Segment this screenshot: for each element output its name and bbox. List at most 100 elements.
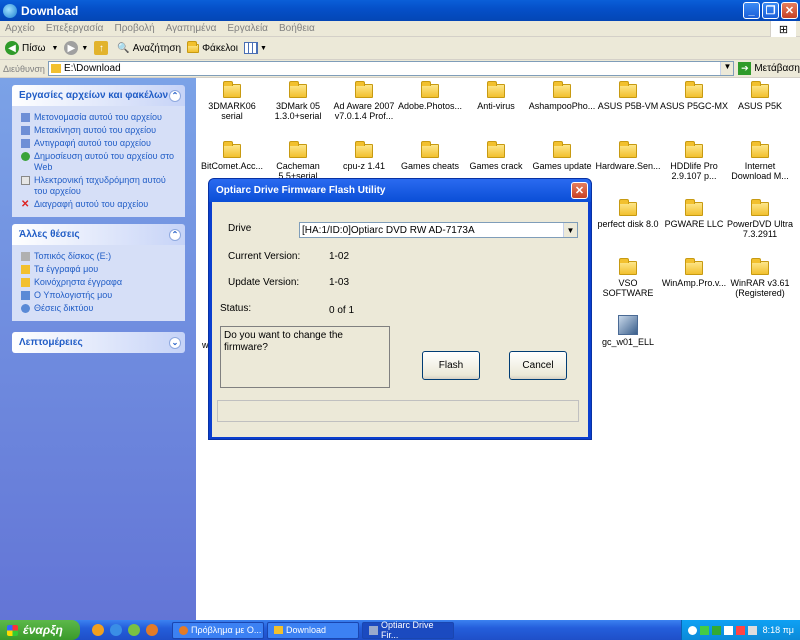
forward-dropdown-icon[interactable]: ▼ — [81, 45, 88, 52]
taskbar-item-active[interactable]: Optiarc Drive Fir... — [362, 620, 454, 640]
minimize-button[interactable]: _ — [743, 2, 760, 19]
folder-name: Games crack — [469, 161, 523, 171]
folder-item[interactable]: ASUS P5K — [726, 81, 794, 111]
folder-item[interactable]: AshampooPho... — [528, 81, 596, 111]
folder-name: WinAmp.Pro.v... — [661, 278, 727, 288]
menu-file[interactable]: Αρχείο — [5, 23, 35, 34]
quicklaunch-icon[interactable] — [92, 624, 104, 636]
close-button[interactable]: ✕ — [781, 2, 798, 19]
task-pane: Εργασίες αρχείων και φακέλων ⌃ Μετονομασ… — [0, 78, 196, 620]
folder-item[interactable]: PGWARE LLC — [660, 199, 728, 229]
folder-item[interactable]: perfect disk 8.0 — [594, 199, 662, 229]
back-dropdown-icon[interactable]: ▼ — [51, 45, 58, 52]
views-button[interactable]: ▼ — [243, 42, 267, 54]
drive-icon — [21, 252, 30, 261]
tray-icon[interactable] — [699, 625, 709, 635]
folder-item[interactable]: VSO SOFTWARE — [594, 258, 662, 298]
start-button[interactable]: έναρξη — [0, 620, 80, 640]
address-dropdown-icon[interactable]: ▼ — [720, 62, 734, 75]
folder-name: Adobe.Photos... — [397, 101, 463, 111]
file-tasks-header[interactable]: Εργασίες αρχείων και φακέλων ⌃ — [12, 85, 185, 106]
place-my-documents[interactable]: Τα έγγραφά μου — [21, 264, 179, 275]
tray-icon[interactable] — [735, 625, 745, 635]
title-bar[interactable]: Download _ ❐ ✕ — [0, 0, 800, 21]
executable-icon — [618, 315, 638, 335]
folder-item[interactable]: 3DMark 05 1.3.0+serial — [264, 81, 332, 121]
folder-icon — [487, 81, 505, 98]
flash-button[interactable]: Flash — [422, 351, 480, 380]
folder-item[interactable]: ASUS P5GC-MX — [660, 81, 728, 111]
task-email[interactable]: Ηλεκτρονική ταχυδρόμηση αυτού του αρχείο… — [21, 175, 179, 197]
folder-item[interactable]: Cacheman 5.5+serial — [264, 141, 332, 181]
folder-item[interactable]: 3DMARK06 serial — [198, 81, 266, 121]
play-icon[interactable] — [711, 625, 721, 635]
place-local-disk[interactable]: Τοπικός δίσκος (E:) — [21, 251, 179, 262]
file-item[interactable]: gc_w01_ELL — [594, 315, 662, 347]
place-shared-documents[interactable]: Κοινόχρηστα έγγραφα — [21, 277, 179, 288]
other-places-header[interactable]: Άλλες θέσεις ⌃ — [12, 224, 185, 245]
search-button[interactable]: 🔍 Αναζήτηση — [117, 43, 181, 54]
menu-favorites[interactable]: Αγαπημένα — [166, 23, 217, 34]
folder-item[interactable]: cpu-z 1.41 — [330, 141, 398, 171]
firefox-icon[interactable] — [146, 624, 158, 636]
folder-item[interactable]: Games cheats — [396, 141, 464, 171]
task-publish[interactable]: Δημοσίευση αυτού του αρχείου στο Web — [21, 151, 179, 173]
folder-item[interactable]: Games crack — [462, 141, 530, 171]
folder-name: 3DMark 05 1.3.0+serial — [274, 101, 322, 121]
taskbar: έναρξη Πρόβλημα με Ο... Download Optiarc… — [0, 620, 800, 640]
task-copy[interactable]: Αντιγραφή αυτού του αρχείου — [21, 138, 179, 149]
folder-item[interactable]: BitComet.Acc... — [198, 141, 266, 171]
cancel-button[interactable]: Cancel — [509, 351, 567, 380]
folder-item[interactable]: ASUS P5B-VM — [594, 81, 662, 111]
folder-item[interactable]: PowerDVD Ultra 7.3.2911 — [726, 199, 794, 239]
folder-item[interactable]: Adobe.Photos... — [396, 81, 464, 111]
folder-icon — [355, 81, 373, 98]
task-delete[interactable]: ✕ Διαγραφή αυτού του αρχείου — [21, 199, 179, 210]
menu-tools[interactable]: Εργαλεία — [227, 23, 268, 34]
drive-select[interactable]: [HA:1/ID:0]Optiarc DVD RW AD-7173A ▼ — [299, 222, 578, 238]
ie-icon[interactable] — [110, 624, 122, 636]
volume-icon[interactable] — [747, 625, 757, 635]
go-arrow-icon[interactable]: ➔ — [738, 62, 752, 75]
folder-item[interactable]: Internet Download M... — [726, 141, 794, 181]
dialog-close-button[interactable]: ✕ — [571, 182, 588, 199]
expand-icon[interactable]: ⌄ — [169, 336, 181, 349]
maximize-button[interactable]: ❐ — [762, 2, 779, 19]
place-my-computer[interactable]: Ο Υπολογιστής μου — [21, 290, 179, 301]
folder-item[interactable]: WinAmp.Pro.v... — [660, 258, 728, 288]
menu-help[interactable]: Βοήθεια — [279, 23, 315, 34]
up-folder-button[interactable]: ↑ — [94, 41, 111, 55]
tray-icon[interactable] — [687, 625, 697, 635]
folder-icon — [553, 81, 571, 98]
task-rename[interactable]: Μετονομασία αυτού του αρχείου — [21, 112, 179, 123]
folder-name: perfect disk 8.0 — [597, 219, 659, 229]
folder-item[interactable]: Hardware.Sen... — [594, 141, 662, 171]
task-label: Διαγραφή αυτού του αρχείου — [34, 199, 149, 209]
forward-button[interactable]: ▶ ▼ — [64, 41, 88, 55]
go-button[interactable]: Μετάβαση — [754, 63, 800, 74]
collapse-icon[interactable]: ⌃ — [169, 228, 181, 241]
dialog-title-bar[interactable]: Optiarc Drive Firmware Flash Utility — [209, 179, 591, 202]
menu-edit[interactable]: Επεξεργασία — [46, 23, 104, 34]
collapse-icon[interactable]: ⌃ — [169, 89, 181, 102]
taskbar-item[interactable]: Download — [267, 621, 359, 639]
folder-item[interactable]: Ad Aware 2007 v7.0.1.4 Prof... — [330, 81, 398, 121]
taskbar-item[interactable]: Πρόβλημα με Ο... — [172, 621, 264, 639]
chevron-down-icon[interactable]: ▼ — [563, 223, 577, 237]
folder-item[interactable]: HDDlife Pro 2.9.107 p... — [660, 141, 728, 181]
folder-icon — [751, 141, 769, 158]
folder-item[interactable]: Anti-virus — [462, 81, 530, 111]
folders-button[interactable]: Φάκελοι — [187, 40, 238, 54]
menu-view[interactable]: Προβολή — [114, 23, 154, 34]
folder-item[interactable]: Games update — [528, 141, 596, 171]
place-network[interactable]: Θέσεις δικτύου — [21, 303, 179, 314]
quicklaunch-icon[interactable] — [128, 624, 140, 636]
details-header[interactable]: Λεπτομέρειες ⌄ — [12, 332, 185, 353]
start-label: έναρξη — [23, 623, 63, 637]
tray-icon[interactable] — [723, 625, 733, 635]
back-button[interactable]: ◀ Πίσω ▼ — [5, 41, 58, 55]
folder-item[interactable]: WinRAR v3.61 (Registered) — [726, 258, 794, 298]
address-input[interactable]: E:\Download ▼ — [47, 61, 735, 76]
task-move[interactable]: Μετακίνηση αυτού του αρχείου — [21, 125, 179, 136]
clock[interactable]: 8:18 πμ — [763, 625, 794, 635]
